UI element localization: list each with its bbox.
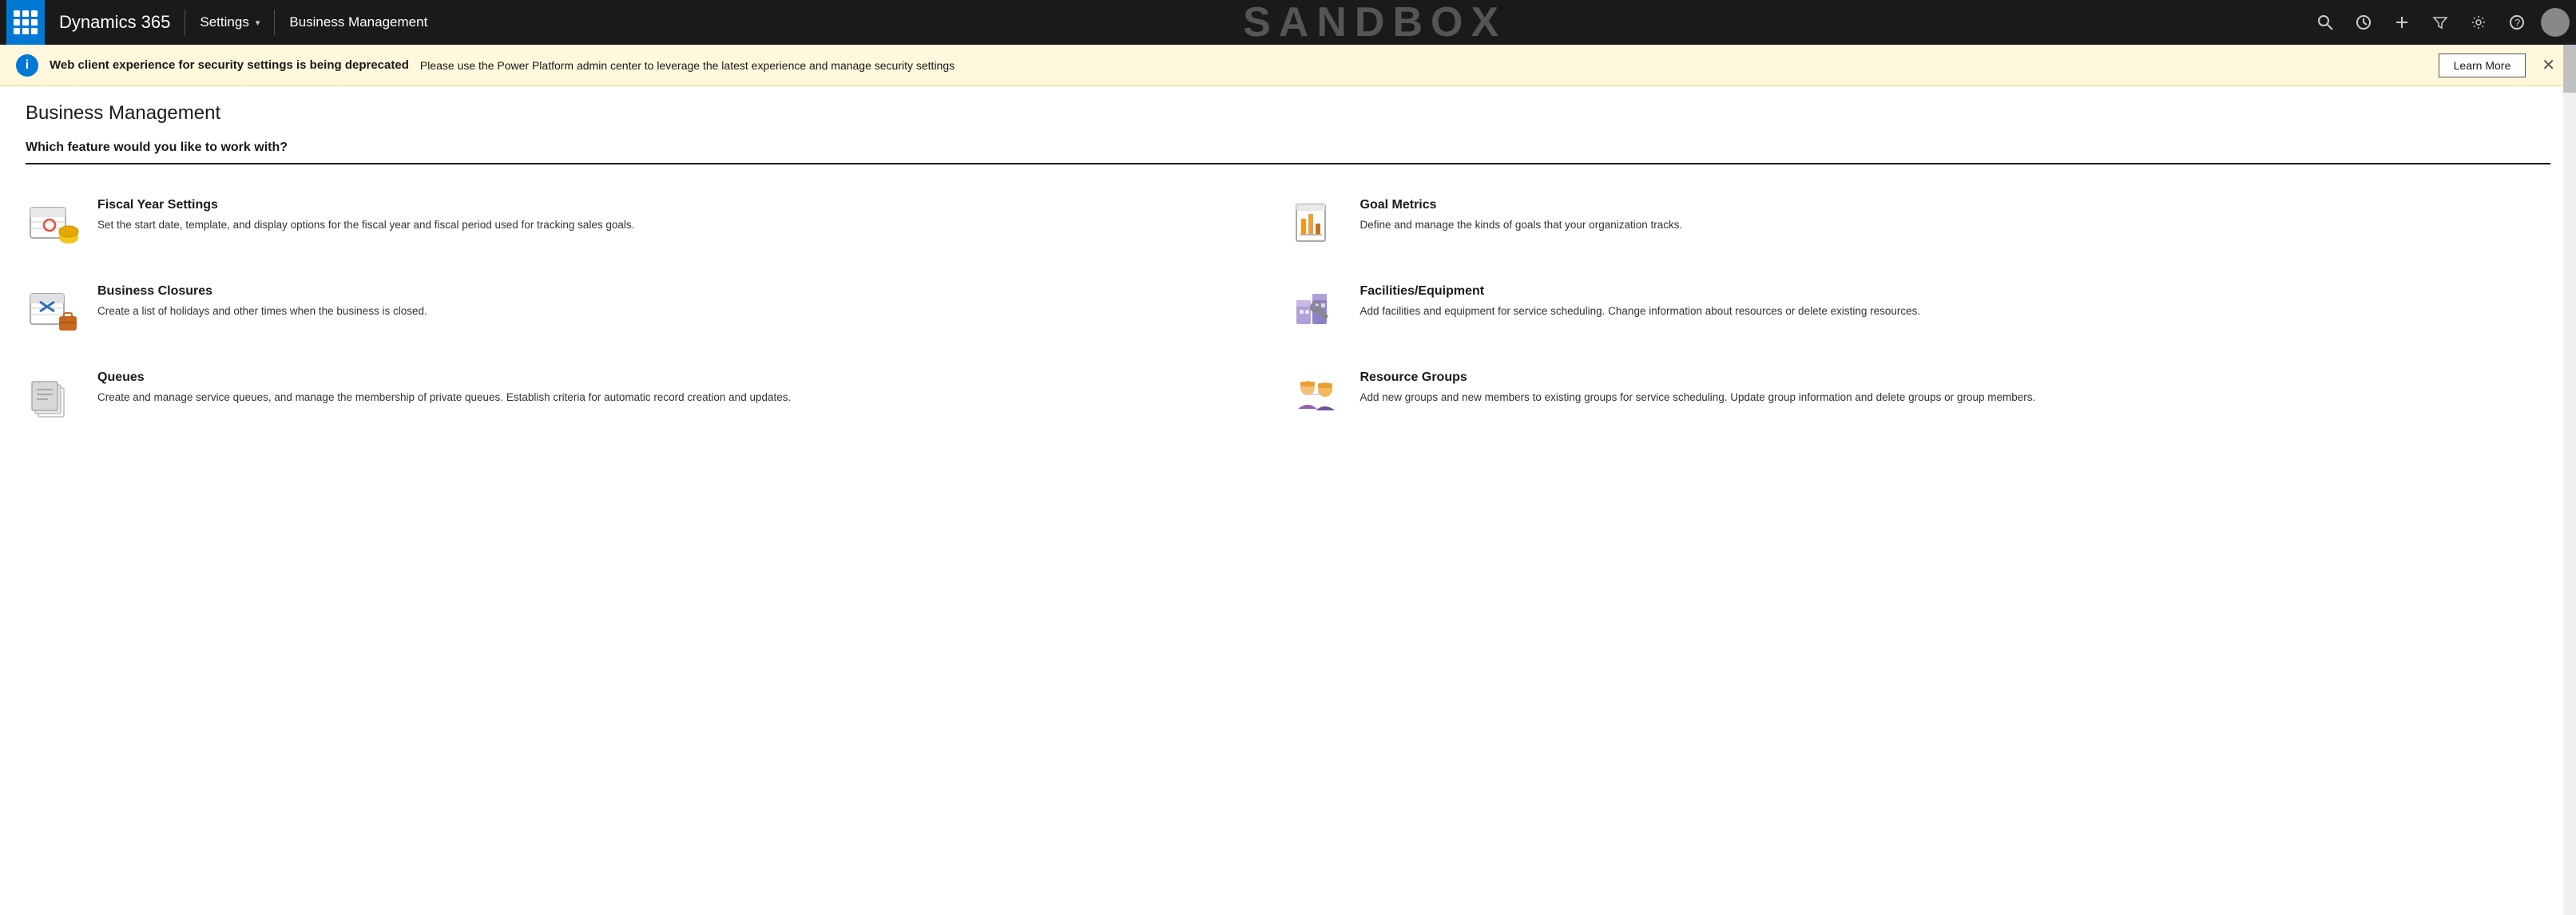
top-navigation: Dynamics 365 Settings ▾ Business Managem… [0, 0, 2576, 45]
app-brand: Dynamics 365 [45, 12, 185, 33]
notification-bold-text: Web client experience for security setti… [50, 58, 409, 72]
scrollbar-track[interactable] [2563, 45, 2576, 915]
business-closures-icon [26, 284, 83, 342]
svg-text:?: ? [2514, 17, 2520, 29]
environment-label: SANDBOX [442, 0, 2308, 46]
business-closures-desc: Create a list of holidays and other time… [97, 303, 1269, 319]
chevron-down-icon: ▾ [256, 18, 260, 28]
business-closures-title: Business Closures [97, 284, 1269, 299]
module-label: Business Management [275, 14, 442, 30]
queues-desc: Create and manage service queues, and ma… [97, 390, 1269, 406]
gear-icon [2471, 14, 2487, 30]
feature-item-facilities[interactable]: Facilities/Equipment Add facilities and … [1288, 270, 2551, 356]
facilities-title: Facilities/Equipment [1360, 284, 2532, 299]
queues-title: Queues [97, 370, 1269, 385]
goal-metrics-text: Goal Metrics Define and manage the kinds… [1360, 198, 2532, 233]
facilities-text: Facilities/Equipment Add facilities and … [1360, 284, 2532, 319]
feature-item-business-closures[interactable]: Business Closures Create a list of holid… [26, 270, 1288, 356]
queues-text: Queues Create and manage service queues,… [97, 370, 1269, 406]
goal-metrics-desc: Define and manage the kinds of goals tha… [1360, 217, 2532, 233]
fiscal-year-desc: Set the start date, template, and displa… [97, 217, 1269, 233]
gear-button[interactable] [2461, 5, 2496, 40]
feature-item-goal-metrics[interactable]: Goal Metrics Define and manage the kinds… [1288, 184, 2551, 270]
waffle-icon [14, 10, 38, 34]
filter-button[interactable] [2423, 5, 2458, 40]
page-content: Business Management Which feature would … [0, 86, 2576, 458]
help-button[interactable]: ? [2499, 5, 2534, 40]
feature-item-queues[interactable]: Queues Create and manage service queues,… [26, 356, 1288, 442]
fiscal-year-icon [26, 198, 83, 255]
goal-metrics-title: Goal Metrics [1360, 198, 2532, 212]
fiscal-year-text: Fiscal Year Settings Set the start date,… [97, 198, 1269, 233]
feature-grid: Fiscal Year Settings Set the start date,… [26, 184, 2550, 442]
section-question: Which feature would you like to work wit… [26, 141, 2550, 164]
facilities-desc: Add facilities and equipment for service… [1360, 303, 2532, 319]
notification-message: Please use the Power Platform admin cent… [420, 59, 2427, 72]
queues-icon [26, 370, 83, 428]
add-icon [2394, 14, 2410, 30]
learn-more-button[interactable]: Learn More [2439, 53, 2526, 77]
history-icon [2356, 14, 2372, 30]
resource-groups-icon [1288, 370, 1346, 428]
info-icon: i [16, 54, 38, 77]
settings-label: Settings [200, 14, 248, 30]
resource-groups-title: Resource Groups [1360, 370, 2532, 385]
add-button[interactable] [2384, 5, 2419, 40]
close-notification-button[interactable]: ✕ [2537, 55, 2560, 75]
resource-groups-desc: Add new groups and new members to existi… [1360, 390, 2532, 406]
search-icon [2317, 14, 2333, 30]
waffle-menu[interactable] [6, 0, 45, 45]
settings-dropdown[interactable]: Settings ▾ [185, 0, 274, 45]
resource-groups-text: Resource Groups Add new groups and new m… [1360, 370, 2532, 406]
fiscal-year-title: Fiscal Year Settings [97, 198, 1269, 212]
feature-item-fiscal-year[interactable]: Fiscal Year Settings Set the start date,… [26, 184, 1288, 270]
feature-item-resource-groups[interactable]: Resource Groups Add new groups and new m… [1288, 356, 2551, 442]
facilities-icon [1288, 284, 1346, 342]
business-closures-text: Business Closures Create a list of holid… [97, 284, 1269, 319]
help-icon: ? [2509, 14, 2525, 30]
history-button[interactable] [2346, 5, 2381, 40]
user-avatar[interactable] [2541, 8, 2570, 37]
search-button[interactable] [2308, 5, 2343, 40]
notification-bar: i Web client experience for security set… [0, 45, 2576, 86]
page-title: Business Management [26, 102, 2550, 125]
scrollbar-thumb[interactable] [2563, 45, 2576, 93]
nav-icons-group: ? [2308, 5, 2570, 40]
filter-icon [2432, 14, 2448, 30]
goal-metrics-icon [1288, 198, 1346, 255]
